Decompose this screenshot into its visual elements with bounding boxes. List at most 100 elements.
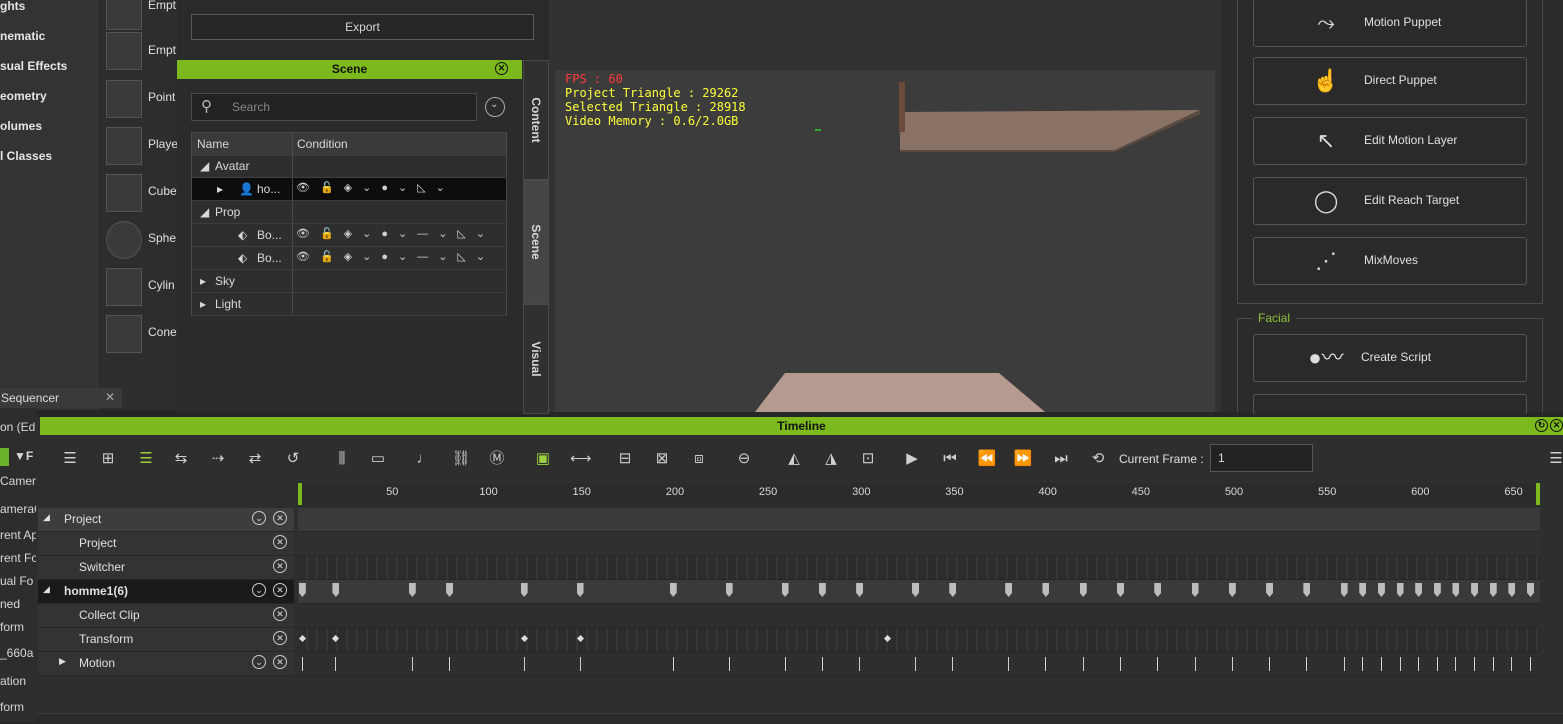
tree-row[interactable]: ⬖ Bo... 👁🔓◈⌄●⌄—⌄◺⌄ [192, 224, 506, 247]
track-close-icon[interactable]: ✕ [273, 655, 287, 669]
keyframe-marker[interactable] [1228, 583, 1236, 597]
next-facial-button[interactable] [1253, 394, 1527, 415]
playhead[interactable] [298, 483, 302, 505]
keyframe-marker[interactable] [1359, 583, 1367, 597]
condition-icons[interactable]: 👁🔓◈⌄●⌄—⌄◺⌄ [296, 250, 495, 263]
direct-puppet-button[interactable]: ☝ Direct Puppet [1253, 57, 1527, 105]
keyframe-marker[interactable] [669, 583, 677, 597]
delete-icon[interactable]: ⊠ [652, 449, 672, 469]
green-toggle[interactable] [0, 448, 9, 466]
transform-key[interactable] [576, 634, 584, 643]
keyframe-marker[interactable] [1396, 583, 1404, 597]
keyframe-marker[interactable] [1154, 583, 1162, 597]
swap-icon[interactable]: ⇆ [171, 449, 191, 469]
flip-left-icon[interactable]: ◭ [784, 449, 804, 469]
tree-row[interactable]: ◢ Avatar [192, 155, 506, 178]
merge-icon[interactable]: ⧈ [689, 449, 709, 469]
close-icon[interactable]: ✕ [1550, 419, 1563, 432]
list-icon[interactable]: ☰ [60, 449, 80, 469]
track-close-icon[interactable]: ✕ [273, 631, 287, 645]
category-volumes[interactable]: olumes [0, 119, 42, 133]
sequencer-item[interactable]: Camer [0, 474, 36, 488]
keyframe-marker[interactable] [1527, 583, 1534, 597]
keyframe-marker[interactable] [725, 583, 733, 597]
tree-row[interactable]: ▸ Sky [192, 270, 506, 293]
rotate-icon[interactable]: ↺ [283, 449, 303, 469]
track-lanes[interactable] [298, 506, 1540, 702]
keyframe-marker[interactable] [1377, 583, 1385, 597]
keyframe-marker[interactable] [1042, 583, 1050, 597]
link-icon[interactable]: ⛓ [451, 449, 471, 469]
track-project[interactable]: Project ✕ [38, 532, 294, 556]
keyframe-marker[interactable] [1079, 583, 1087, 597]
end-marker[interactable] [1536, 483, 1540, 505]
frame-ruler[interactable]: 50 100 150 200 250 300 350 400 450 500 550 600 650 [298, 483, 1540, 505]
asset-thumb[interactable] [106, 268, 142, 306]
sequencer-item[interactable]: on (Edi [0, 420, 38, 434]
keyframe-marker[interactable] [1508, 583, 1516, 597]
export-button[interactable]: Export [191, 14, 534, 40]
keyframe-marker[interactable] [520, 583, 528, 597]
track-toggle-icon[interactable]: ☰ [136, 449, 156, 469]
sequencer-item[interactable]: rent Ap [0, 528, 38, 542]
frame-icon[interactable]: ▭ [368, 449, 388, 469]
add-clip-icon[interactable]: ▣ [533, 449, 553, 469]
keyframe-marker[interactable] [1005, 583, 1013, 597]
create-script-button[interactable]: ●〰 Create Script [1253, 334, 1527, 382]
track-motion[interactable]: ▶ Motion ⌄ ✕ [38, 652, 294, 676]
condition-icons[interactable]: 👁🔓◈⌄●⌄—⌄◺⌄ [296, 227, 495, 240]
keyframe-marker[interactable] [1415, 583, 1423, 597]
tree-row[interactable]: ▸ 👤 ho... 👁🔓◈⌄●⌄◺⌄ [192, 178, 506, 201]
keyframe-marker[interactable] [1117, 583, 1124, 597]
asset-thumb[interactable] [106, 32, 142, 70]
go-end-icon[interactable]: ⏭ [1051, 449, 1071, 469]
mixmoves-button[interactable]: ⋰ MixMoves [1253, 237, 1527, 285]
keyframe-marker[interactable] [576, 583, 584, 597]
close-icon[interactable]: ✕ [105, 390, 115, 404]
refresh-icon[interactable]: ↻ [1535, 419, 1548, 432]
tree-row[interactable]: ▸ Light [192, 293, 506, 316]
sequencer-item[interactable]: form [0, 620, 24, 634]
search-input[interactable]: Search [232, 100, 270, 114]
track-close-icon[interactable]: ✕ [273, 511, 287, 525]
motion-puppet-button[interactable]: ⤳ Motion Puppet [1253, 0, 1527, 47]
keyframe-marker[interactable] [1489, 583, 1497, 597]
track-transform[interactable]: Transform ✕ [38, 628, 294, 652]
sequencer-item[interactable]: rent Fo [0, 551, 38, 565]
export-clip-icon[interactable]: ⊡ [858, 449, 878, 469]
keyframe-marker[interactable] [856, 583, 864, 597]
track-close-icon[interactable]: ✕ [273, 559, 287, 573]
keyframe-marker[interactable] [818, 583, 826, 597]
transform-key[interactable] [520, 634, 528, 643]
keyframe-marker[interactable] [332, 583, 340, 597]
keyframe-marker[interactable] [1340, 583, 1348, 597]
search-box[interactable]: ⚲ Search [191, 93, 477, 121]
edit-motion-layer-button[interactable]: ↖ Edit Motion Layer [1253, 117, 1527, 165]
transform-key[interactable] [883, 634, 892, 643]
sequencer-item[interactable]: ation [0, 674, 26, 688]
track-collect-clip[interactable]: Collect Clip ✕ [38, 604, 294, 628]
category-classes[interactable]: l Classes [0, 149, 52, 163]
motion-clip-icon[interactable]: Ⓜ [487, 449, 507, 469]
tree-row[interactable]: ◢ Prop [192, 201, 506, 224]
keyframe-marker[interactable] [1471, 583, 1479, 597]
filter-button[interactable]: ▼F [14, 449, 33, 463]
keyframe-marker[interactable] [1303, 583, 1311, 597]
loop-icon[interactable]: ⟲ [1088, 449, 1108, 469]
tab-scene[interactable]: Scene [523, 180, 549, 304]
asset-thumb[interactable] [106, 127, 142, 165]
track-close-icon[interactable]: ✕ [273, 607, 287, 621]
play-icon[interactable]: ▶ [902, 449, 922, 469]
keyframe-marker[interactable] [1433, 583, 1441, 597]
tab-content[interactable]: Content [523, 60, 549, 180]
flip-right-icon[interactable]: ◮ [821, 449, 841, 469]
tab-visual[interactable]: Visual [523, 304, 549, 414]
keyframe-marker[interactable] [1452, 583, 1460, 597]
viewport-canvas[interactable]: FPS : 60 Project Triangle : 29262 Select… [555, 70, 1215, 412]
asset-thumb[interactable] [106, 0, 142, 30]
chevron-down-icon[interactable]: ⌄ [485, 97, 505, 117]
asset-thumb[interactable] [106, 315, 142, 353]
rewind-icon[interactable]: ⏪ [977, 449, 997, 469]
asset-thumb[interactable] [106, 221, 142, 259]
asset-thumb[interactable] [106, 174, 142, 212]
